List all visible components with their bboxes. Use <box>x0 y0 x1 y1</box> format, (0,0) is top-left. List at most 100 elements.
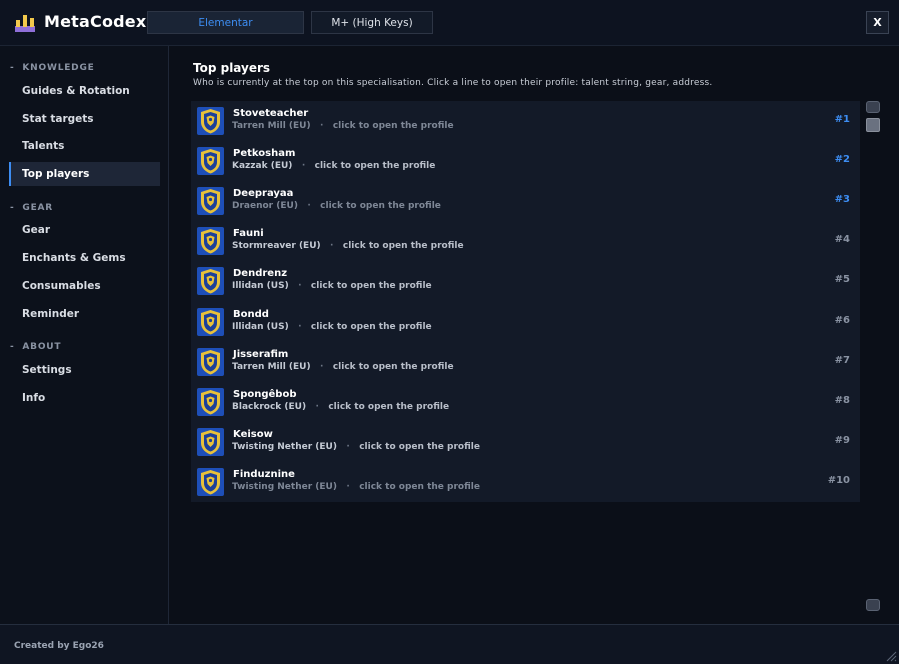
page-subtitle: Who is currently at the top on this spec… <box>193 78 713 88</box>
player-row[interactable]: Dendrenz Illidan (US) · click to open the… <box>191 261 860 301</box>
player-row[interactable]: Deeprayaa Draenor (EU) · click to open th… <box>191 181 860 221</box>
tab-elementar[interactable]: Elementar <box>147 11 304 34</box>
player-realm: Twisting Nether (EU) <box>232 481 337 492</box>
player-realm: Twisting Nether (EU) <box>232 441 337 452</box>
player-rank: #7 <box>834 354 850 366</box>
alliance-crest-icon <box>197 147 224 176</box>
player-rank: #4 <box>834 234 850 246</box>
player-name: Keisow <box>233 428 273 440</box>
alliance-crest-icon <box>197 107 224 135</box>
meta-separator: · <box>301 161 306 172</box>
open-profile-hint: click to open the profile <box>342 241 464 252</box>
sidebar: - KNOWLEDGE Guides & Rotation Stat targe… <box>0 46 169 624</box>
section-about: - ABOUT <box>10 342 62 352</box>
player-name: Bondd <box>233 308 269 320</box>
open-profile-hint: click to open the profile <box>310 321 432 332</box>
sidebar-item-info[interactable]: Info <box>9 386 160 410</box>
player-rank: #10 <box>827 474 850 486</box>
alliance-crest-icon <box>197 387 224 416</box>
player-rank: #9 <box>834 434 850 446</box>
open-profile-hint: click to open the profile <box>310 281 432 292</box>
sidebar-item-settings[interactable]: Settings <box>9 358 160 382</box>
player-realm: Tarren Mill (EU) <box>232 121 311 131</box>
sidebar-item-reminder[interactable]: Reminder <box>9 302 160 326</box>
player-row[interactable]: Spongêbob Blackrock (EU) · click to open … <box>191 382 860 422</box>
player-realm: Illidan (US) <box>232 321 289 332</box>
player-rank: #5 <box>834 274 850 286</box>
meta-separator: · <box>330 241 334 252</box>
tab-mplus-high-keys[interactable]: M+ (High Keys) <box>311 11 433 34</box>
player-row[interactable]: Bondd Illidan (US) · click to open the pr… <box>191 302 860 342</box>
sidebar-item-top-players[interactable]: Top players <box>9 162 160 186</box>
meta-separator: · <box>346 481 350 492</box>
meta-separator: · <box>298 321 302 332</box>
player-name: Fauni <box>233 228 264 240</box>
player-meta: Illidan (US) · click to open the profile <box>232 322 432 332</box>
sidebar-item-stat-targets[interactable]: Stat targets <box>9 107 160 131</box>
resize-grip-icon[interactable] <box>885 650 897 662</box>
player-row[interactable]: Keisow Twisting Nether (EU) · click to op… <box>191 422 860 462</box>
player-name: Finduznine <box>233 468 295 480</box>
player-meta: Illidan (US) · click to open the profile <box>232 281 432 291</box>
player-meta: Blackrock (EU) · click to open the profi… <box>232 402 449 412</box>
open-profile-hint: click to open the profile <box>359 441 480 452</box>
meta-separator: · <box>320 361 324 372</box>
sidebar-item-enchants-gems[interactable]: Enchants & Gems <box>9 246 160 270</box>
player-name: Deeprayaa <box>233 188 294 200</box>
player-row[interactable]: Finduznine Twisting Nether (EU) · click t… <box>191 462 860 502</box>
open-profile-hint: click to open the profile <box>314 161 436 172</box>
player-row[interactable]: Jisserafim Tarren Mill (EU) · click to op… <box>191 342 860 382</box>
open-profile-hint: click to open the profile <box>359 481 480 492</box>
player-name: Petkosham <box>233 148 296 160</box>
meta-separator: · <box>315 401 319 412</box>
player-rank: #1 <box>834 114 850 125</box>
meta-separator: · <box>320 121 324 131</box>
player-name: Dendrenz <box>233 268 288 280</box>
scrollbar-thumb[interactable] <box>866 118 880 132</box>
meta-separator: · <box>346 441 350 452</box>
close-button[interactable]: X <box>866 11 889 34</box>
player-realm: Stormreaver (EU) <box>232 241 321 252</box>
footer: Created by Ego26 <box>0 624 899 664</box>
alliance-crest-icon <box>197 187 224 216</box>
player-meta: Twisting Nether (EU) · click to open the… <box>232 482 480 492</box>
scroll-down-arrow-icon[interactable] <box>866 599 880 611</box>
title-bar: MetaCodex Elementar M+ (High Keys) X <box>0 0 899 46</box>
alliance-crest-icon <box>197 427 224 456</box>
player-meta: Draenor (EU) · click to open the profile <box>232 201 441 211</box>
player-realm: Draenor (EU) <box>232 201 298 212</box>
player-name: Spongêbob <box>233 388 297 400</box>
sidebar-item-guides-rotation[interactable]: Guides & Rotation <box>9 79 160 103</box>
player-rank: #6 <box>834 314 850 326</box>
player-name: Stoveteacher <box>233 108 309 119</box>
app-title: MetaCodex <box>44 12 147 31</box>
credit-text: Created by Ego26 <box>14 641 104 651</box>
sidebar-item-talents[interactable]: Talents <box>9 134 160 158</box>
alliance-crest-icon <box>197 267 224 296</box>
player-meta: Stormreaver (EU) · click to open the pro… <box>232 241 464 251</box>
player-list: Stoveteacher Tarren Mill (EU) · click to … <box>191 101 860 502</box>
player-name: Jisserafim <box>233 348 289 360</box>
scroll-up-arrow-icon[interactable] <box>866 101 880 113</box>
player-row[interactable]: Stoveteacher Tarren Mill (EU) · click to … <box>191 101 860 141</box>
player-realm: Illidan (US) <box>232 281 289 292</box>
page-title: Top players <box>193 61 271 75</box>
alliance-crest-icon <box>197 227 224 256</box>
section-knowledge: - KNOWLEDGE <box>10 63 95 73</box>
player-meta: Twisting Nether (EU) · click to open the… <box>232 442 480 452</box>
player-row[interactable]: Petkosham Kazzak (EU) · click to open the… <box>191 141 860 181</box>
alliance-crest-icon <box>197 467 224 496</box>
player-realm: Blackrock (EU) <box>232 401 307 412</box>
player-rank: #3 <box>834 194 850 206</box>
player-rank: #8 <box>834 394 850 406</box>
open-profile-hint: click to open the profile <box>320 201 441 212</box>
player-rank: #2 <box>834 154 850 166</box>
sidebar-item-consumables[interactable]: Consumables <box>9 274 160 298</box>
section-gear: - GEAR <box>10 203 54 213</box>
sidebar-item-gear[interactable]: Gear <box>9 218 160 242</box>
player-row[interactable]: Fauni Stormreaver (EU) · click to open th… <box>191 221 860 261</box>
player-realm: Kazzak (EU) <box>232 161 293 172</box>
open-profile-hint: click to open the profile <box>332 361 454 372</box>
bar-chart-icon <box>15 15 35 32</box>
meta-separator: · <box>307 201 311 212</box>
